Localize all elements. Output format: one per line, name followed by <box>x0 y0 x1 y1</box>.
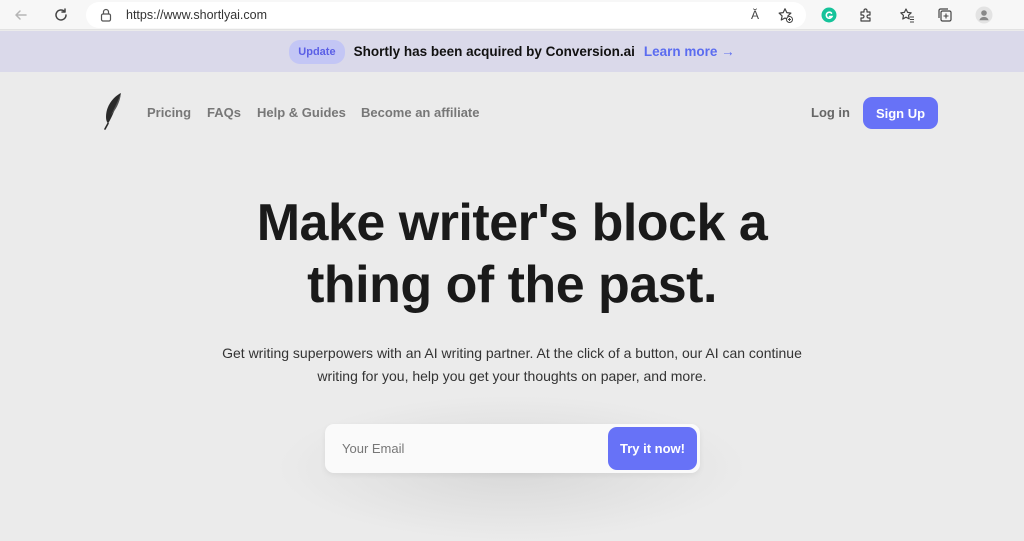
nav-faqs[interactable]: FAQs <box>207 105 241 120</box>
hero-subtitle-line-1: Get writing superpowers with an AI writi… <box>222 345 802 361</box>
collections-icon[interactable] <box>935 5 955 25</box>
email-signup-form: Try it now! <box>325 424 700 473</box>
profile-icon[interactable] <box>974 5 994 25</box>
url-text[interactable]: https://www.shortlyai.com <box>126 8 267 22</box>
browser-toolbar: https://www.shortlyai.com Ă <box>0 0 1024 30</box>
favorites-icon[interactable] <box>897 5 917 25</box>
hero-title: Make writer's block a thing of the past. <box>0 192 1024 316</box>
nav-become-affiliate[interactable]: Become an affiliate <box>361 105 480 120</box>
read-aloud-icon[interactable]: Ă <box>746 6 764 24</box>
favorite-add-icon[interactable] <box>776 6 794 24</box>
grammarly-icon[interactable] <box>819 5 839 25</box>
learn-more-link[interactable]: Learn more → <box>644 44 735 59</box>
nav-pricing[interactable]: Pricing <box>147 105 191 120</box>
login-link[interactable]: Log in <box>811 105 850 120</box>
address-bar[interactable]: https://www.shortlyai.com Ă <box>86 2 806 28</box>
hero-subtitle-line-2: writing for you, help you get your thoug… <box>317 368 707 384</box>
try-it-now-button[interactable]: Try it now! <box>608 427 697 470</box>
lock-icon[interactable] <box>100 8 112 27</box>
extensions-icon[interactable] <box>856 5 876 25</box>
banner-text: Shortly has been acquired by Conversion.… <box>353 44 635 59</box>
signup-button[interactable]: Sign Up <box>863 97 938 129</box>
hero-subtitle: Get writing superpowers with an AI writi… <box>180 342 844 388</box>
refresh-icon[interactable] <box>50 4 72 26</box>
email-input[interactable] <box>325 424 605 473</box>
nav-help-guides[interactable]: Help & Guides <box>257 105 346 120</box>
update-badge: Update <box>289 39 345 64</box>
feather-logo-icon[interactable] <box>102 92 126 130</box>
back-icon[interactable] <box>10 4 32 26</box>
hero-title-line-1: Make writer's block a <box>256 194 768 252</box>
announcement-banner: Update Shortly has been acquired by Conv… <box>0 31 1024 72</box>
hero-title-line-2: thing of the past. <box>307 256 717 314</box>
